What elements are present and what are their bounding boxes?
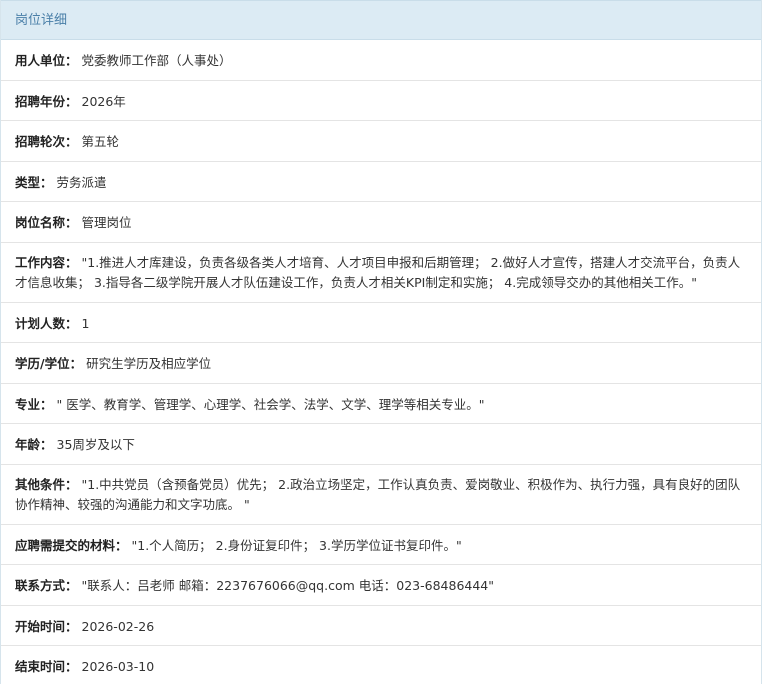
field-end-time: 结束时间： 2026-03-10 [1,646,761,684]
field-major: 专业： " 医学、教育学、管理学、心理学、社会学、法学、文学、理学等相关专业。" [1,384,761,424]
field-age: 年龄： 35周岁及以下 [1,424,761,465]
field-position-name: 岗位名称： 管理岗位 [1,202,761,243]
field-label: 其他条件： [15,476,78,492]
field-value: 管理岗位 [81,215,132,230]
field-required-materials: 应聘需提交的材料： "1.个人简历； 2.身份证复印件； 3.学历学位证书复印件… [1,525,761,565]
field-label: 类型： [15,174,53,190]
field-label: 招聘轮次： [15,134,78,149]
field-label: 岗位名称： [15,215,78,230]
field-value: "1.中共党员（含预备党员）优先； 2.政治立场坚定，工作认真负责、爱岗敬业、积… [15,476,741,512]
field-other-conditions: 其他条件： "1.中共党员（含预备党员）优先； 2.政治立场坚定，工作认真负责、… [1,465,761,525]
field-label: 联系方式： [15,578,78,593]
job-detail-panel: 岗位详细 用人单位： 党委教师工作部（人事处） 招聘年份： 2026年 招聘轮次… [0,0,762,684]
field-value: 2026-02-26 [81,618,155,634]
field-value: 2026年 [81,93,126,109]
field-label: 结束时间： [15,659,78,674]
field-recruit-year: 招聘年份： 2026年 [1,81,761,121]
field-label: 开始时间： [15,618,78,634]
field-label: 应聘需提交的材料： [15,537,128,553]
field-label: 用人单位： [15,53,78,68]
field-value: "1.个人简历； 2.身份证复印件； 3.学历学位证书复印件。" [131,537,462,553]
field-label: 计划人数： [15,315,78,331]
field-value: 党委教师工作部（人事处） [81,53,232,68]
field-value: "联系人：吕老师 邮箱：2237676066@qq.com 电话：023-684… [81,578,495,593]
panel-title: 岗位详细 [1,0,761,40]
field-value: 研究生学历及相应学位 [86,356,212,371]
field-contact: 联系方式： "联系人：吕老师 邮箱：2237676066@qq.com 电话：0… [1,565,761,606]
field-value: 2026-03-10 [81,659,155,674]
field-recruit-round: 招聘轮次： 第五轮 [1,121,761,162]
field-label: 专业： [15,396,53,412]
field-value: "1.推进人才库建设，负责各级各类人才培育、人才项目申报和后期管理； 2.做好人… [15,254,741,290]
field-value: 劳务派遣 [56,174,107,190]
field-employer: 用人单位： 党委教师工作部（人事处） [1,40,761,81]
field-label: 招聘年份： [15,93,78,109]
field-label: 年龄： [15,437,53,452]
field-value: 第五轮 [81,134,120,149]
field-value: 1 [81,315,90,331]
field-value: " 医学、教育学、管理学、心理学、社会学、法学、文学、理学等相关专业。" [56,396,485,412]
field-education: 学历/学位： 研究生学历及相应学位 [1,343,761,384]
field-value: 35周岁及以下 [56,437,135,452]
field-type: 类型： 劳务派遣 [1,162,761,202]
field-label: 工作内容： [15,254,78,270]
field-label: 学历/学位： [15,356,83,371]
field-headcount: 计划人数： 1 [1,303,761,343]
field-start-time: 开始时间： 2026-02-26 [1,606,761,646]
field-job-content: 工作内容： "1.推进人才库建设，负责各级各类人才培育、人才项目申报和后期管理；… [1,243,761,303]
